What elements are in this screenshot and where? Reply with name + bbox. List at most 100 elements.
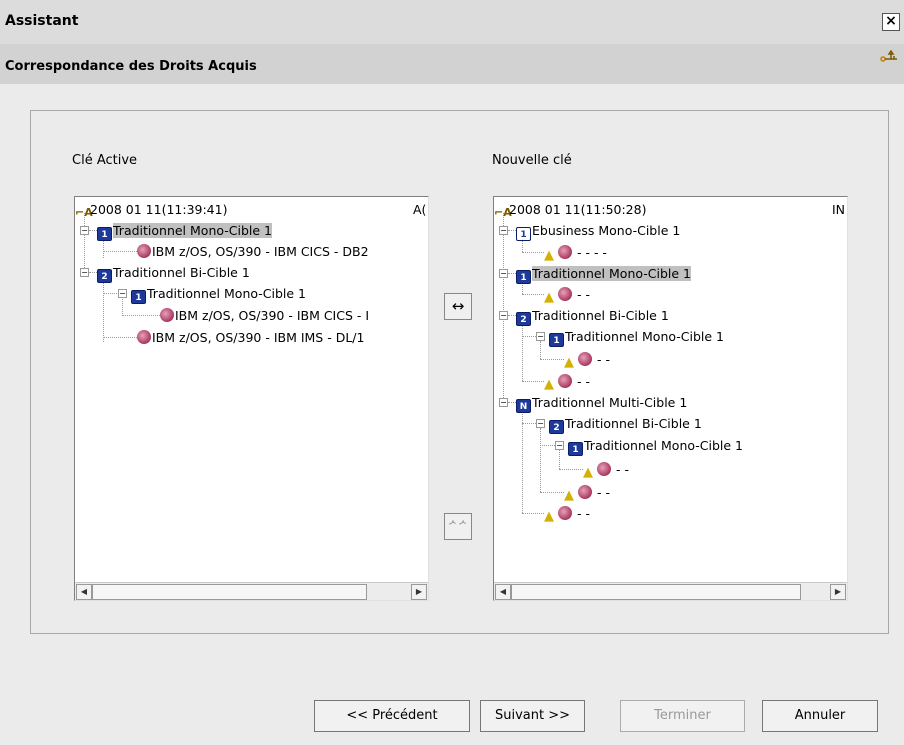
wizard-content: Clé Active Nouvelle clé ⌐A2008 01 11(11:… xyxy=(0,84,904,745)
tree-root[interactable]: ⌐A2008 01 11(11:50:28) xyxy=(494,201,647,219)
database-icon xyxy=(558,506,572,520)
tree-item[interactable]: ▲ - - xyxy=(564,351,610,370)
tree-item-label: Traditionnel Mono-Cible 1 xyxy=(584,438,743,453)
collapse-toggle[interactable]: − xyxy=(499,226,508,235)
tree-item[interactable]: N Traditionnel Multi-Cible 1 xyxy=(516,394,688,413)
mono-target-icon: 1 xyxy=(568,442,583,456)
new-key-label: Nouvelle clé xyxy=(492,153,572,168)
warning-icon: ▲ xyxy=(544,509,554,524)
tree-root-label: 2008 01 11(11:50:28) xyxy=(509,202,647,217)
cancel-button[interactable]: Annuler xyxy=(762,700,878,732)
warning-icon: ▲ xyxy=(544,377,554,392)
scroll-left-button[interactable]: ◀ xyxy=(495,584,511,600)
collapse-toggle[interactable]: − xyxy=(499,398,508,407)
scroll-thumb[interactable] xyxy=(92,584,367,600)
database-icon xyxy=(597,462,611,476)
bi-target-icon: 2 xyxy=(549,420,564,434)
tree-item[interactable]: IBM z/OS, OS/390 - IBM CICS - DB2 xyxy=(137,243,369,260)
mono-target-icon: 1 xyxy=(97,227,112,241)
tree-root-suffix: IN xyxy=(832,202,846,217)
mono-target-icon: 1 xyxy=(131,290,146,304)
tree-item[interactable]: ▲ - - xyxy=(544,373,590,392)
tree-item[interactable]: ▲ - - xyxy=(583,461,629,480)
tree-item-label: Traditionnel Mono-Cible 1 xyxy=(147,286,306,301)
unmap-button[interactable]: ᄼᄼ xyxy=(444,513,472,540)
tree-item[interactable]: ▲ - - xyxy=(564,484,610,503)
collapse-toggle[interactable]: − xyxy=(80,268,89,277)
scroll-right-button[interactable]: ▶ xyxy=(411,584,427,600)
tree-root[interactable]: ⌐A2008 01 11(11:39:41) xyxy=(75,201,228,219)
warning-icon: ▲ xyxy=(583,465,593,480)
tree-item-label: Traditionnel Bi-Cible 1 xyxy=(565,416,702,431)
tree-item[interactable]: 1 Traditionnel Mono-Cible 1 xyxy=(131,285,306,304)
warning-icon: ▲ xyxy=(564,488,574,503)
ebusiness-target-icon: 1 xyxy=(516,227,531,241)
mapping-group: Clé Active Nouvelle clé ⌐A2008 01 11(11:… xyxy=(30,110,889,634)
database-icon xyxy=(578,352,592,366)
title-bar: Assistant × xyxy=(0,0,904,44)
tree-item-label: - - xyxy=(576,287,590,302)
horizontal-scrollbar[interactable]: ◀ ▶ xyxy=(75,582,428,600)
wizard-buttons: << Précédent Suivant >> Terminer Annuler xyxy=(0,700,904,732)
collapse-toggle[interactable]: − xyxy=(536,332,545,341)
tree-item-label: - - xyxy=(596,485,610,500)
database-icon xyxy=(558,287,572,301)
tree-item[interactable]: 2 Traditionnel Bi-Cible 1 xyxy=(549,415,702,434)
bi-target-icon: 2 xyxy=(97,269,112,283)
map-button[interactable]: ↔ xyxy=(444,293,472,320)
database-icon xyxy=(558,245,572,259)
tree-item-label: - - - - xyxy=(576,245,607,260)
tree-item[interactable]: 1 Traditionnel Mono-Cible 1 xyxy=(516,265,691,284)
tree-item-label: Ebusiness Mono-Cible 1 xyxy=(532,223,681,238)
collapse-toggle[interactable]: − xyxy=(118,289,127,298)
scroll-left-button[interactable]: ◀ xyxy=(76,584,92,600)
collapse-toggle[interactable]: − xyxy=(555,441,564,450)
key-icon: ⌐A xyxy=(75,206,93,219)
tree-item-label: - - xyxy=(615,462,629,477)
warning-icon: ▲ xyxy=(544,248,554,263)
tree-item-label: - - xyxy=(576,374,590,389)
tree-item[interactable]: ▲ - - xyxy=(544,286,590,305)
step-header: Correspondance des Droits Acquis xyxy=(0,44,904,84)
collapse-toggle[interactable]: − xyxy=(499,269,508,278)
scroll-thumb[interactable] xyxy=(511,584,801,600)
tree-root-label: 2008 01 11(11:39:41) xyxy=(90,202,228,217)
tree-item[interactable]: 1 Traditionnel Mono-Cible 1 xyxy=(97,222,272,241)
mono-target-icon: 1 xyxy=(549,333,564,347)
tree-item[interactable]: IBM z/OS, OS/390 - IBM CICS - I xyxy=(160,307,369,324)
collapse-toggle[interactable]: − xyxy=(536,419,545,428)
tree-item[interactable]: 1 Traditionnel Mono-Cible 1 xyxy=(568,437,743,456)
mono-target-icon: 1 xyxy=(516,270,531,284)
tree-item-label: Traditionnel Bi-Cible 1 xyxy=(113,265,250,280)
finish-button[interactable]: Terminer xyxy=(620,700,745,732)
tree-item[interactable]: ▲ - - xyxy=(544,505,590,524)
new-key-tree[interactable]: ⌐A2008 01 11(11:50:28) IN − 1 Ebusiness M… xyxy=(493,196,848,601)
tree-item-label: IBM z/OS, OS/390 - IBM IMS - DL/1 xyxy=(152,330,365,345)
tree-item-label: - - xyxy=(596,352,610,367)
close-button[interactable]: × xyxy=(882,13,900,31)
tree-item[interactable]: 2 Traditionnel Bi-Cible 1 xyxy=(97,264,250,283)
previous-button[interactable]: << Précédent xyxy=(314,700,470,732)
collapse-toggle[interactable]: − xyxy=(80,226,89,235)
tree-item[interactable]: 1 Traditionnel Mono-Cible 1 xyxy=(549,328,724,347)
collapse-toggle[interactable]: − xyxy=(499,311,508,320)
key-icon: ⌐A xyxy=(494,206,512,219)
warning-icon: ▲ xyxy=(544,290,554,305)
step-title: Correspondance des Droits Acquis xyxy=(5,59,257,74)
warning-icon: ▲ xyxy=(564,355,574,370)
tree-item-label: Traditionnel Multi-Cible 1 xyxy=(532,395,688,410)
tree-item[interactable]: ▲ - - - - xyxy=(544,244,607,263)
tree-item-label: Traditionnel Bi-Cible 1 xyxy=(532,308,669,323)
scroll-right-button[interactable]: ▶ xyxy=(830,584,846,600)
tree-item-label: IBM z/OS, OS/390 - IBM CICS - DB2 xyxy=(152,244,369,259)
tree-item[interactable]: 2 Traditionnel Bi-Cible 1 xyxy=(516,307,669,326)
horizontal-scrollbar[interactable]: ◀ ▶ xyxy=(494,582,847,600)
window-title: Assistant xyxy=(5,13,79,29)
tree-item[interactable]: 1 Ebusiness Mono-Cible 1 xyxy=(516,222,681,241)
tree-item-label: Traditionnel Mono-Cible 1 xyxy=(565,329,724,344)
active-key-tree[interactable]: ⌐A2008 01 11(11:39:41) A( − 1 Traditionne… xyxy=(74,196,429,601)
database-icon xyxy=(558,374,572,388)
database-icon xyxy=(137,330,151,344)
next-button[interactable]: Suivant >> xyxy=(480,700,585,732)
tree-item[interactable]: IBM z/OS, OS/390 - IBM IMS - DL/1 xyxy=(137,329,364,346)
